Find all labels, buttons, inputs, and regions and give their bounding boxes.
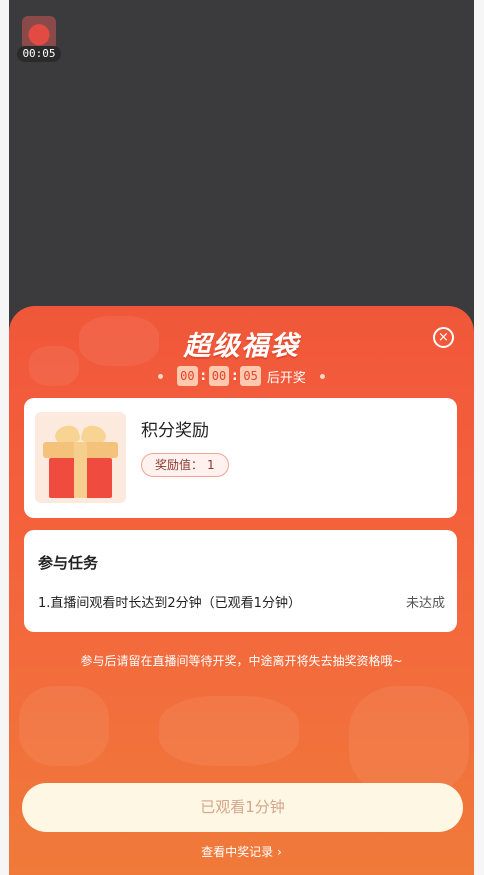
watch-status-button[interactable]: 已观看1分钟 bbox=[22, 783, 463, 832]
reward-name: 积分奖励 bbox=[141, 421, 209, 441]
reward-badge-label: 奖励值： bbox=[155, 458, 204, 472]
countdown-minutes: 00 bbox=[208, 366, 230, 386]
countdown-suffix: 后开奖 bbox=[266, 370, 306, 386]
countdown-separator: : bbox=[232, 368, 238, 384]
panel-title: 超级福袋 bbox=[183, 331, 300, 362]
reward-badge-value: 1 bbox=[207, 458, 215, 472]
dot-right bbox=[319, 373, 325, 379]
notice-text: 参与后请留在直播间等待开奖，中途离开将失去抽奖资格哦~ bbox=[80, 654, 403, 668]
draw-countdown: 00 : 00 : 05 后开奖 bbox=[9, 365, 474, 387]
decoration bbox=[349, 686, 469, 796]
decoration bbox=[19, 686, 109, 766]
right-edge bbox=[474, 0, 484, 875]
gift-box-icon bbox=[35, 412, 126, 503]
left-edge bbox=[0, 0, 9, 875]
reward-card: 积分奖励 奖励值： 1 bbox=[24, 398, 457, 518]
task-title: 参与任务 bbox=[38, 554, 99, 572]
float-timer: 00:05 bbox=[17, 46, 61, 62]
live-stream-view: 00:05 超级福袋 × 00 : 00 : 05 后开奖 积分奖励 奖励值： … bbox=[9, 0, 474, 875]
close-icon[interactable]: × bbox=[433, 327, 454, 348]
countdown-separator: : bbox=[200, 368, 206, 384]
dot-left bbox=[158, 373, 164, 379]
task-status: 未达成 bbox=[405, 596, 445, 611]
countdown-hours: 00 bbox=[177, 366, 198, 386]
lucky-bag-panel: 超级福袋 × 00 : 00 : 05 后开奖 积分奖励 奖励值：1 参与任务 bbox=[9, 306, 474, 875]
chevron-right-icon: › bbox=[277, 845, 282, 859]
view-records-link[interactable]: 查看中奖记录 › bbox=[9, 843, 474, 860]
view-records-label: 查看中奖记录 bbox=[201, 845, 274, 859]
reward-value-badge: 奖励值： 1 bbox=[141, 453, 229, 477]
countdown-seconds: 05 bbox=[240, 366, 261, 386]
lucky-bag-icon bbox=[22, 16, 56, 50]
lucky-bag-float-button[interactable]: 00:05 bbox=[17, 16, 61, 62]
task-description: 1.直播间观看时长达到2分钟（已观看1分钟） bbox=[38, 596, 301, 611]
task-card: 参与任务 1.直播间观看时长达到2分钟（已观看1分钟） 未达成 bbox=[24, 530, 457, 632]
decoration bbox=[159, 696, 299, 766]
